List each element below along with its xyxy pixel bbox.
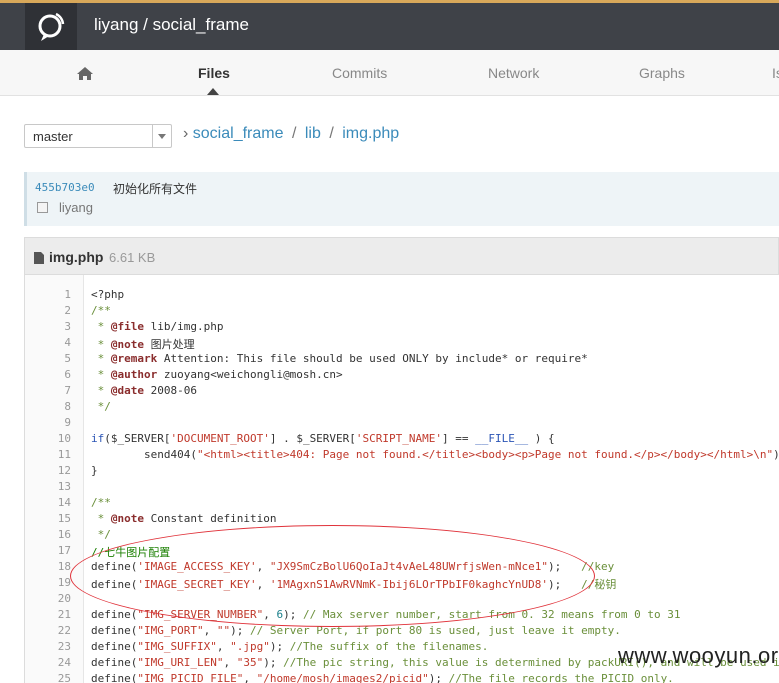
nav-home[interactable]: [76, 66, 94, 84]
nav-graphs[interactable]: Graphs: [639, 65, 685, 81]
avatar: [37, 202, 48, 213]
line-number[interactable]: 4: [31, 336, 71, 349]
line-number[interactable]: 8: [31, 400, 71, 413]
code-line: * @author zuoyang<weichongli@mosh.cn>: [91, 368, 343, 381]
code-line: if($_SERVER['DOCUMENT_ROOT'] . $_SERVER[…: [91, 432, 555, 445]
line-number[interactable]: 25: [31, 672, 71, 683]
line-number-gutter: 1 2 3 4 5 6 7 8 9 10 11 12 13 14 15 16 17 18 19 20 21 22 23 24 2…: [25, 275, 84, 683]
home-icon: [77, 67, 93, 80]
code-line: define('IMAGE_ACCESS_KEY', "JX9SmCzBolU6…: [91, 560, 615, 573]
nav-network[interactable]: Network: [488, 65, 539, 81]
watermark: www.wooyun.org: [618, 643, 779, 668]
code-line: //七牛图片配置: [91, 546, 171, 559]
chevron-down-icon: [152, 125, 171, 147]
line-number[interactable]: 11: [31, 448, 71, 461]
commit-sha[interactable]: 455b703e0: [35, 181, 95, 194]
line-number[interactable]: 20: [31, 592, 71, 605]
line-number[interactable]: 19: [31, 576, 71, 589]
code-line: */: [91, 528, 111, 541]
line-number[interactable]: 24: [31, 656, 71, 669]
line-number[interactable]: 15: [31, 512, 71, 525]
last-commit: 455b703e0 初始化所有文件 liyang: [24, 172, 779, 226]
line-number[interactable]: 18: [31, 560, 71, 573]
line-number[interactable]: 21: [31, 608, 71, 621]
line-number[interactable]: 12: [31, 464, 71, 477]
app-header: liyang / social_frame: [0, 3, 779, 50]
code-line: */: [91, 400, 111, 413]
line-number[interactable]: 10: [31, 432, 71, 445]
repo-title[interactable]: liyang / social_frame: [94, 15, 249, 35]
line-number[interactable]: 7: [31, 384, 71, 397]
code-line: * @date 2008-06: [91, 384, 197, 397]
code-line: define("IMG_SUFFIX", ".jpg"); //The suff…: [91, 640, 489, 653]
code-view: 1 2 3 4 5 6 7 8 9 10 11 12 13 14 15 16 17 18 19 20 21 22 23 24 2…: [24, 275, 779, 683]
code-line: define("IMG_PORT", ""); // Server Port, …: [91, 624, 621, 637]
commit-message: 初始化所有文件: [113, 182, 198, 196]
line-number[interactable]: 2: [31, 304, 71, 317]
repo-nav: Files Commits Network Graphs Is: [0, 50, 779, 96]
code-line: * @note Constant definition: [91, 512, 277, 525]
code-line: define('IMAGE_SECRET_KEY', '1MAgxnS1AwRV…: [91, 578, 617, 591]
line-number[interactable]: 22: [31, 624, 71, 637]
line-number[interactable]: 13: [31, 480, 71, 493]
file-header: img.php 6.61 KB: [24, 237, 779, 275]
code-line: <?php: [91, 288, 125, 301]
active-tab-caret: [207, 88, 219, 95]
nav-commits[interactable]: Commits: [332, 65, 387, 81]
file-name: img.php: [49, 249, 104, 265]
branch-value: master: [33, 129, 73, 144]
code-line: define("IMG_PICID_FILE", "/home/mosh/ima…: [91, 672, 674, 683]
breadcrumb-sep: /: [329, 125, 334, 142]
branch-select[interactable]: master: [24, 124, 172, 148]
code-line: }: [91, 464, 98, 477]
breadcrumb-dir[interactable]: lib: [305, 125, 321, 142]
line-number[interactable]: 3: [31, 320, 71, 333]
breadcrumb-sep: /: [291, 125, 297, 142]
breadcrumb-file[interactable]: img.php: [342, 125, 399, 142]
app-logo[interactable]: [25, 3, 77, 50]
commit-author: liyang: [59, 200, 93, 215]
breadcrumb-root[interactable]: social_frame: [193, 125, 284, 142]
code-line: send404("<html><title>404: Page not foun…: [91, 448, 779, 461]
file-icon: [34, 251, 44, 269]
breadcrumb: › social_frame / lib / img.php: [183, 125, 399, 143]
code-line: define("IMG_SERVER_NUMBER", 6); // Max s…: [91, 608, 681, 621]
nav-files[interactable]: Files: [198, 65, 230, 81]
code-line: * @remark Attention: This file should be…: [91, 352, 588, 365]
line-number[interactable]: 6: [31, 368, 71, 381]
line-number[interactable]: 14: [31, 496, 71, 509]
logo-icon: [38, 12, 65, 41]
file-size: 6.61 KB: [109, 250, 156, 265]
breadcrumb-chevron-icon: ›: [183, 125, 189, 142]
line-number[interactable]: 23: [31, 640, 71, 653]
code-line: * @file lib/img.php: [91, 320, 224, 333]
line-number[interactable]: 1: [31, 288, 71, 301]
code-line: * @note 图片处理: [91, 338, 195, 351]
code-line: /**: [91, 496, 111, 509]
line-number[interactable]: 5: [31, 352, 71, 365]
nav-issues[interactable]: Is: [772, 65, 779, 81]
line-number[interactable]: 9: [31, 416, 71, 429]
line-number[interactable]: 17: [31, 544, 71, 557]
code-line: /**: [91, 304, 111, 317]
line-number[interactable]: 16: [31, 528, 71, 541]
